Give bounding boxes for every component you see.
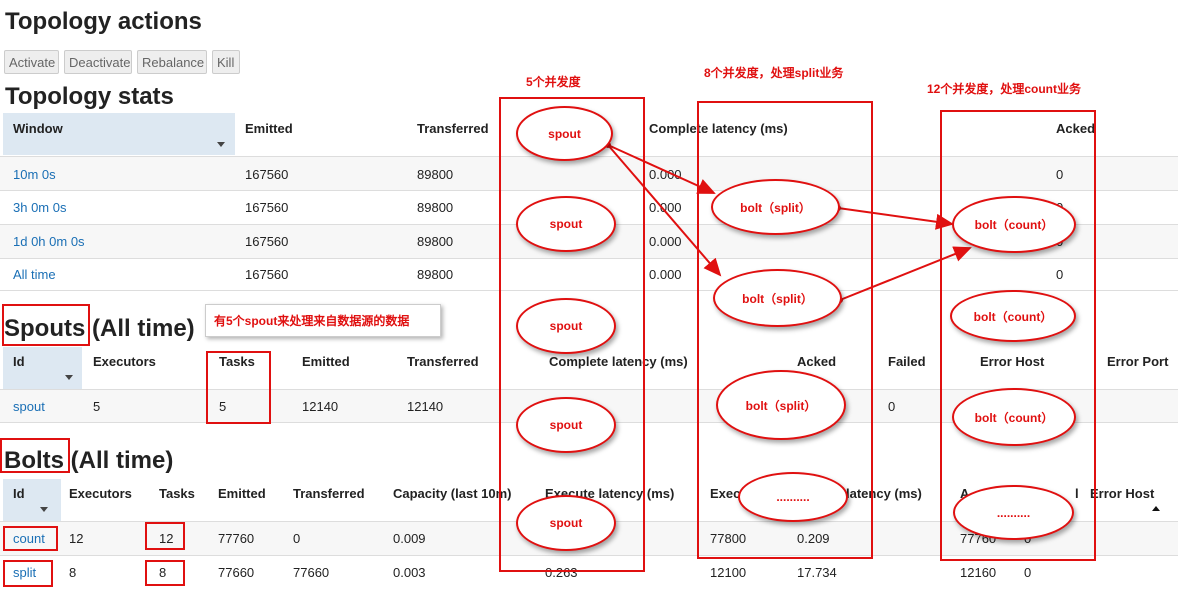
- count-bolt-node: bolt（count）: [952, 388, 1076, 446]
- spout-node: spout: [516, 495, 616, 551]
- spout-node: spout: [516, 196, 616, 252]
- count-bolt-node: bolt（count）: [952, 196, 1076, 253]
- split-bolt-node: bolt（split）: [716, 370, 846, 440]
- spout-node: spout: [516, 106, 613, 161]
- spout-node: spout: [516, 298, 616, 354]
- split-bolt-node: bolt（split）: [713, 269, 842, 327]
- count-bolt-node-more: ..........: [953, 485, 1074, 540]
- split-bolt-node: bolt（split）: [711, 179, 840, 235]
- spout-node: spout: [516, 397, 616, 453]
- spout-to-split-arrow-1: [607, 144, 716, 194]
- split-to-count-arrow-2: [839, 246, 972, 301]
- spout-to-split-arrow-2: [607, 144, 722, 277]
- count-bolt-node: bolt（count）: [950, 290, 1076, 342]
- split-to-count-arrow-1: [837, 207, 954, 230]
- split-bolt-node-more: ..........: [738, 472, 848, 522]
